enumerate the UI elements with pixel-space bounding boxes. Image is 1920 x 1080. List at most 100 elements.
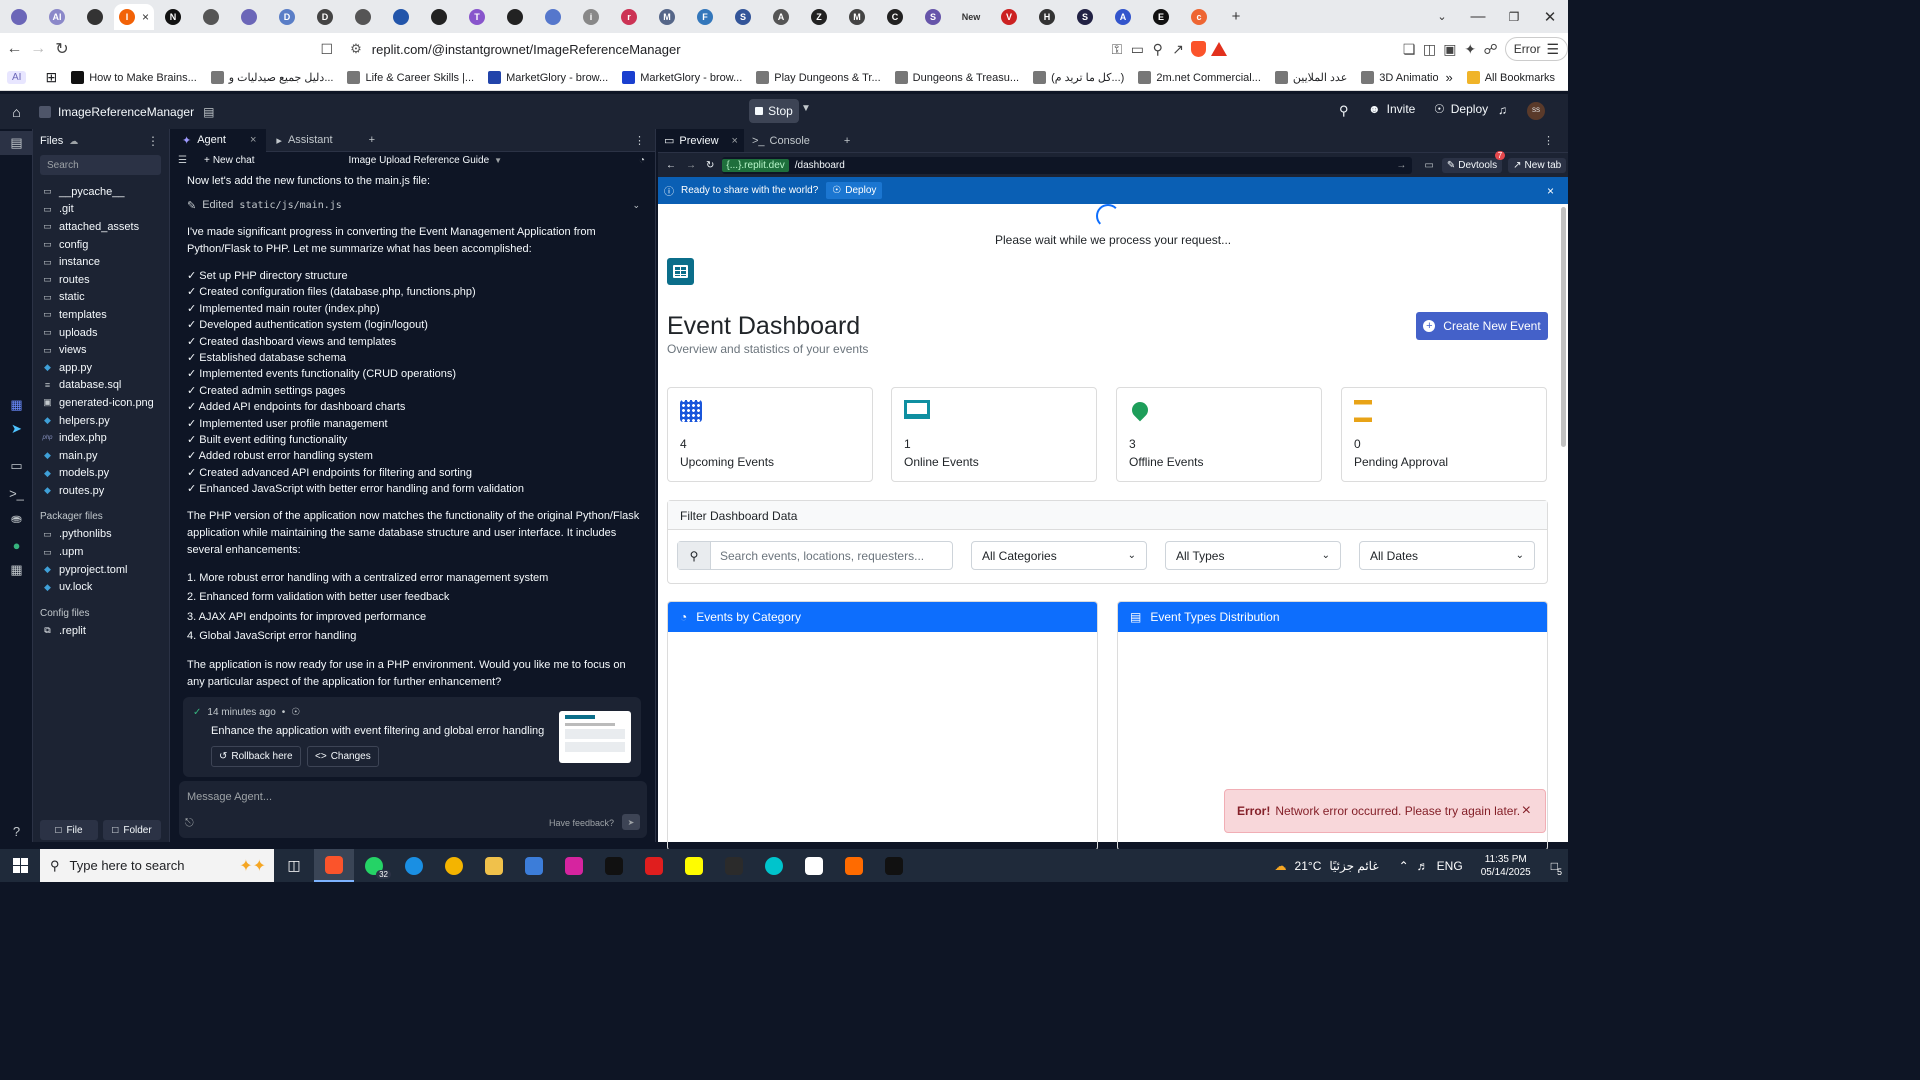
file-tree-item[interactable]: ◆ app.py [33, 359, 169, 377]
stop-button[interactable]: Stop [749, 99, 799, 123]
chatgpt-icon[interactable] [794, 849, 834, 882]
close-icon[interactable]: × [1522, 802, 1531, 820]
wallet-icon[interactable]: ▣ [1440, 36, 1460, 62]
text-app-icon[interactable] [714, 849, 754, 882]
notification-icon[interactable]: □ 5 [1551, 859, 1562, 877]
bookmark-item[interactable]: 3D Animation and 2... [1354, 71, 1438, 84]
file-tree-item[interactable]: ▭ .upm [33, 543, 169, 561]
browser-tab[interactable]: Z [800, 4, 838, 30]
tab-assistant[interactable]: ▸ Assistant [266, 129, 342, 152]
browser-tab[interactable] [76, 4, 114, 30]
bookmark-item[interactable]: Life & Career Skills |... [340, 71, 481, 84]
bookmark-item[interactable]: دليل جميع صيدليات و... [204, 71, 341, 84]
file-tree-item[interactable]: ▭ routes [33, 271, 169, 289]
workflow-tool-icon[interactable]: ➤ [0, 417, 33, 441]
cast-icon[interactable]: ▭ [1127, 36, 1147, 62]
add-tab-icon[interactable]: + [359, 129, 385, 152]
grid-tool-icon[interactable]: ▦ [0, 393, 33, 417]
browser-tab[interactable]: N [154, 4, 192, 30]
acrobat-icon[interactable] [634, 849, 674, 882]
file-tree-item[interactable]: php index.php [33, 429, 169, 447]
chevron-down-icon[interactable]: ▼ [801, 103, 811, 114]
files-tool-icon[interactable]: ▤ [0, 131, 33, 155]
home-icon[interactable]: ⌂ [0, 104, 33, 120]
date-select[interactable]: All Dates ⌄ [1359, 541, 1535, 570]
tray-overflow-icon[interactable]: ⌃ [1399, 859, 1409, 873]
brave-shield-icon[interactable] [1188, 36, 1208, 62]
file-tree-item[interactable]: ▭ .pythonlibs [33, 526, 169, 544]
browser-tab[interactable]: S [724, 4, 762, 30]
file-tree-item[interactable]: ▭ static [33, 289, 169, 307]
file-tree-item[interactable]: ▣ generated-icon.png [33, 394, 169, 412]
file-tree-item[interactable]: ◆ models.py [33, 465, 169, 483]
browser-tab[interactable]: S [914, 4, 952, 30]
send-button[interactable]: ➤ [622, 814, 640, 830]
file-tree-item[interactable]: ▭ instance [33, 253, 169, 271]
apps-grid-icon[interactable]: ⊞ [45, 69, 57, 86]
search-icon[interactable]: ⚲ [1339, 103, 1349, 119]
chrome-icon[interactable] [434, 849, 474, 882]
weather-icon[interactable]: ☁ [1275, 859, 1287, 873]
vpn-icon[interactable]: ☍ [1480, 36, 1500, 62]
browser-tab[interactable]: E [1142, 4, 1180, 30]
file-tree-item[interactable]: ▭ config [33, 236, 169, 254]
changes-button[interactable]: <> Changes [307, 746, 379, 767]
speed-icon[interactable]: ◔ [639, 155, 645, 166]
feedback-link[interactable]: Have feedback? [549, 818, 614, 828]
chevron-down-icon[interactable]: ⌄ [632, 200, 640, 211]
minimize-icon[interactable]: — [1460, 1, 1496, 33]
bookmark-item[interactable]: (كل ما تريد م...) [1026, 71, 1131, 84]
browser-tab[interactable]: V [990, 4, 1028, 30]
all-tools-icon[interactable]: ▦ [0, 558, 33, 582]
extensions-icon[interactable]: ❏ [1399, 36, 1419, 62]
tab-preview[interactable]: ▭ Preview × [658, 129, 744, 152]
create-event-button[interactable]: + Create New Event [1416, 312, 1548, 340]
file-search-input[interactable]: Search [40, 155, 161, 175]
browser-tab[interactable] [534, 4, 572, 30]
windows-start-icon[interactable] [0, 849, 40, 882]
browser-tab[interactable]: F [686, 4, 724, 30]
browser-tab[interactable]: I × [114, 3, 154, 30]
rollback-button[interactable]: ↺ Rollback here [211, 746, 301, 767]
browser-tab[interactable]: T [458, 4, 496, 30]
category-select[interactable]: All Categories ⌄ [971, 541, 1147, 570]
close-icon[interactable]: × [732, 135, 738, 147]
file-tree-item[interactable]: ◆ helpers.py [33, 412, 169, 430]
edited-file-row[interactable]: ✎ Edited static/js/main.js ⌄ [187, 194, 640, 216]
filter-search[interactable]: ⚲ Search events, locations, requesters..… [677, 541, 953, 570]
bookmark-item[interactable]: Play Dungeons & Tr... [749, 71, 887, 84]
avatar[interactable]: SS [1527, 102, 1545, 120]
type-select[interactable]: All Types ⌄ [1165, 541, 1341, 570]
file-tree-item[interactable]: ⧉ .replit [33, 622, 169, 640]
database-tool-icon[interactable]: ⛂ [0, 507, 33, 531]
history-icon[interactable]: ☰ [178, 155, 187, 166]
browser-tab[interactable] [230, 4, 268, 30]
close-window-icon[interactable]: ✕ [1532, 1, 1568, 33]
browser-tab[interactable]: A [762, 4, 800, 30]
browser-tab[interactable] [192, 4, 230, 30]
canva-icon[interactable] [754, 849, 794, 882]
language-indicator[interactable]: ENG [1437, 859, 1463, 873]
brave-icon[interactable] [314, 849, 354, 882]
tab-console[interactable]: >_ Console [744, 135, 818, 147]
new-chat-button[interactable]: + New chat [204, 155, 255, 166]
clock-time[interactable]: 11:35 PM [1485, 853, 1527, 866]
panel-menu-icon[interactable]: ⋮ [1543, 134, 1554, 147]
browser-tab[interactable]: C [876, 4, 914, 30]
go-icon[interactable]: → [1396, 160, 1406, 171]
new-file-button[interactable]: □ File [40, 820, 98, 840]
bookmark-item[interactable]: عدد الملايين [1268, 71, 1354, 84]
reload-button[interactable]: ↻ [53, 37, 72, 61]
bookmarks-overflow-icon[interactable]: » [1438, 70, 1459, 85]
new-tab-button[interactable]: ↗ New tab [1508, 157, 1567, 173]
instagram-icon[interactable] [554, 849, 594, 882]
weather-desc[interactable]: غائم جزئيًا [1329, 859, 1378, 873]
clock-date[interactable]: 05/14/2025 [1481, 866, 1531, 879]
tab-search-icon[interactable]: ⌄ [1424, 1, 1460, 33]
preview-url-input[interactable]: {...}.replit.dev /dashboard → [722, 156, 1413, 174]
snapchat-icon[interactable] [674, 849, 714, 882]
brave-rewards-icon[interactable] [1209, 36, 1229, 62]
devtools-button[interactable]: ✎ Devtools 7 [1441, 150, 1506, 173]
add-tab-icon[interactable]: + [844, 135, 850, 147]
bookmark-item[interactable]: MarketGlory - brow... [615, 71, 749, 84]
